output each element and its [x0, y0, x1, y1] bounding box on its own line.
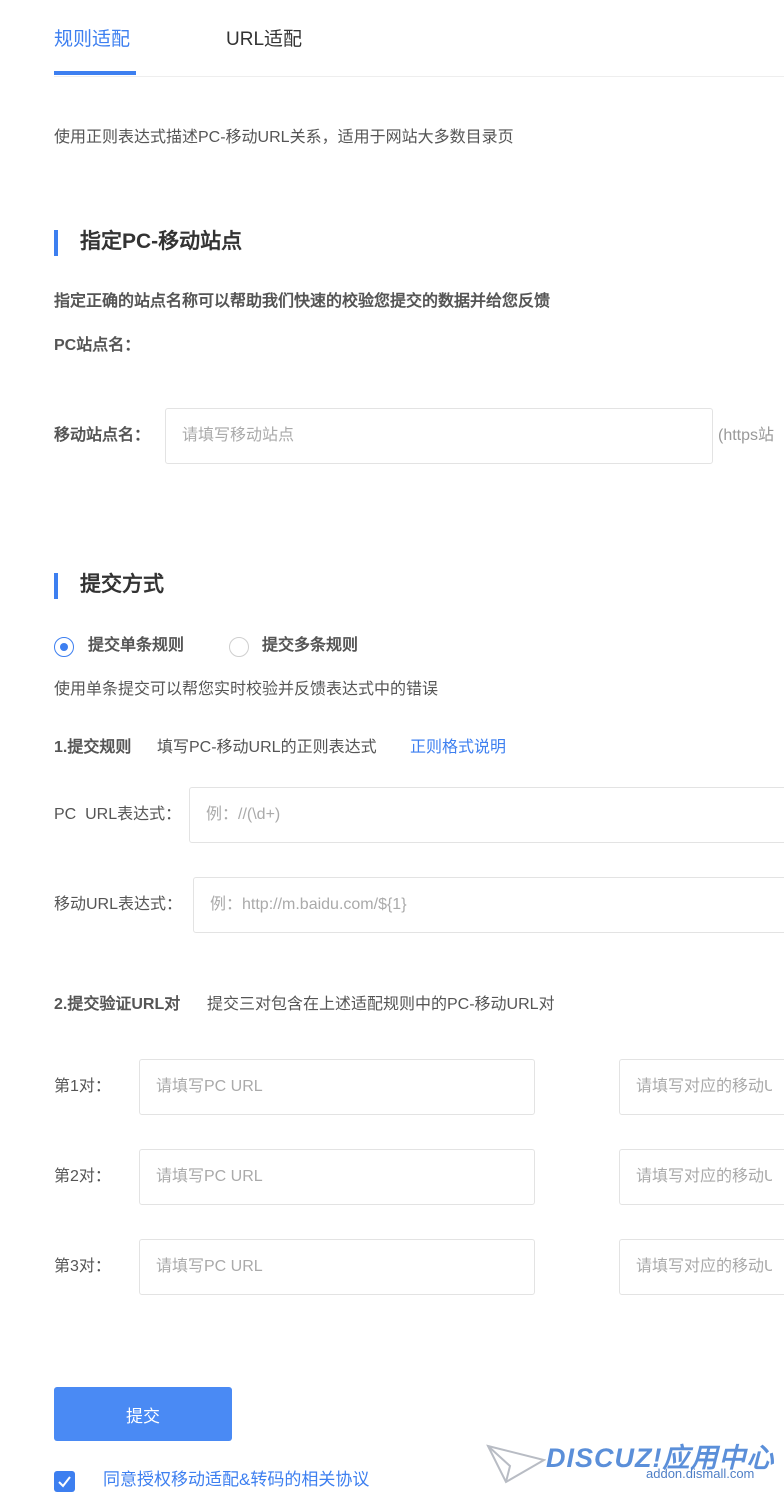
check-icon	[58, 1476, 71, 1488]
step2-title: 2.提交验证URL对	[54, 996, 181, 1013]
step2-desc: 提交三对包含在上述适配规则中的PC-移动URL对	[207, 996, 555, 1013]
mobile-url-label: 移动URL表达式：	[54, 896, 183, 913]
pair-3-mobile-input[interactable]	[619, 1239, 784, 1295]
pc-url-input[interactable]	[189, 787, 784, 843]
tab-rule-adapt[interactable]: 规则适配	[54, 27, 130, 53]
agree-checkbox[interactable]	[54, 1471, 75, 1492]
tab-url-adapt[interactable]: URL适配	[226, 27, 302, 53]
step1-desc: 填写PC-移动URL的正则表达式	[157, 739, 377, 756]
single-desc: 使用单条提交可以帮您实时校验并反馈表达式中的错误	[54, 681, 439, 698]
tabs-divider	[54, 76, 784, 77]
mobile-url-input[interactable]	[193, 877, 784, 933]
step1-title: 1.提交规则	[54, 739, 132, 756]
https-note: (https站	[718, 427, 775, 444]
radio-multi-rule[interactable]	[229, 637, 249, 657]
pair-1-pc-input[interactable]	[139, 1059, 535, 1115]
pair-1-mobile-input[interactable]	[619, 1059, 784, 1115]
pair-2-label: 第2对：	[54, 1168, 111, 1185]
site-hint: 指定正确的站点名称可以帮助我们快速的校验您提交的数据并给您反馈	[54, 293, 551, 310]
pair-3-pc-input[interactable]	[139, 1239, 535, 1295]
pair-1-label: 第1对：	[54, 1078, 111, 1095]
pc-url-label: PC URL表达式：	[54, 806, 182, 823]
mobile-site-label: 移动站点名：	[54, 427, 151, 444]
pair-3-label: 第3对：	[54, 1258, 111, 1275]
watermark-domain: addon.dismall.com	[646, 1466, 755, 1481]
pc-site-label: PC站点名：	[54, 337, 141, 354]
paper-plane-icon	[486, 1444, 546, 1484]
pair-2-mobile-input[interactable]	[619, 1149, 784, 1205]
submit-button[interactable]: 提交	[54, 1387, 232, 1441]
section-marker	[54, 230, 58, 256]
agreement-link[interactable]: 同意授权移动适配&转码的相关协议	[103, 1468, 369, 1492]
radio-single-label[interactable]: 提交单条规则	[88, 635, 184, 657]
radio-multi-label[interactable]: 提交多条规则	[262, 635, 358, 657]
section-title-site: 指定PC-移动站点	[80, 230, 243, 253]
radio-single-rule[interactable]	[54, 637, 74, 657]
discuz-watermark: DISCUZ!应用中心 addon.dismall.com	[486, 1436, 776, 1494]
mobile-site-input[interactable]	[165, 408, 713, 464]
section-marker	[54, 573, 58, 599]
active-tab-indicator	[54, 71, 136, 75]
regex-format-link[interactable]: 正则格式说明	[410, 737, 506, 759]
intro-text: 使用正则表达式描述PC-移动URL关系，适用于网站大多数目录页	[54, 129, 514, 146]
section-title-submit: 提交方式	[80, 573, 164, 596]
pair-2-pc-input[interactable]	[139, 1149, 535, 1205]
